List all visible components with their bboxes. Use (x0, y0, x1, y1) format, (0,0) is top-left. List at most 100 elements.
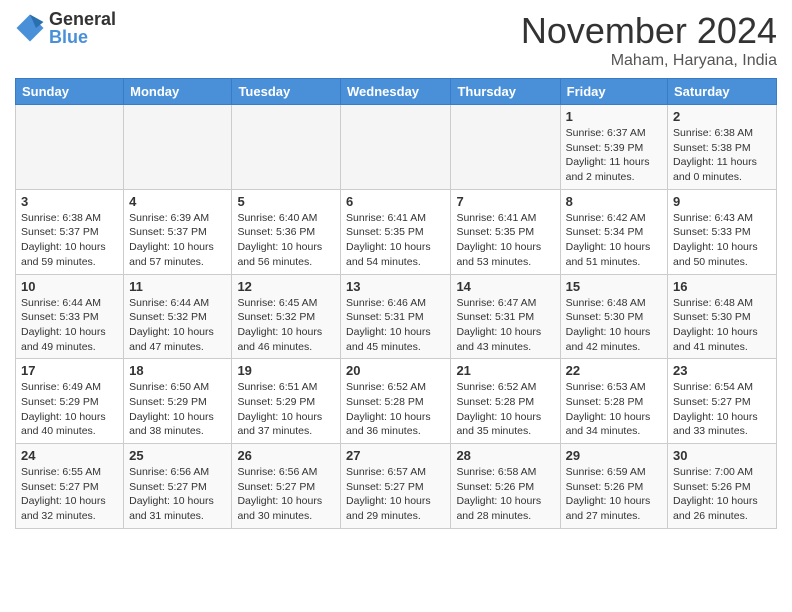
week-row-1: 3 Sunrise: 6:38 AM Sunset: 5:37 PM Daylig… (16, 189, 777, 274)
day-number: 24 (21, 448, 118, 463)
day-number: 2 (673, 109, 771, 124)
day-info: Sunrise: 6:54 AM Sunset: 5:27 PM Dayligh… (673, 380, 771, 439)
day-info: Sunrise: 6:49 AM Sunset: 5:29 PM Dayligh… (21, 380, 118, 439)
day-number: 13 (346, 279, 445, 294)
day-cell: 21 Sunrise: 6:52 AM Sunset: 5:28 PM Dayli… (451, 359, 560, 444)
logo-text: General Blue (49, 10, 116, 46)
day-cell: 1Sunrise: 6:37 AM Sunset: 5:39 PM Daylig… (560, 105, 667, 190)
day-info: Sunrise: 6:42 AM Sunset: 5:34 PM Dayligh… (566, 211, 662, 270)
day-number: 21 (456, 363, 554, 378)
day-cell: 9 Sunrise: 6:43 AM Sunset: 5:33 PM Daylig… (668, 189, 777, 274)
day-info: Sunrise: 6:55 AM Sunset: 5:27 PM Dayligh… (21, 465, 118, 524)
day-header-wednesday: Wednesday (341, 79, 451, 105)
day-number: 1 (566, 109, 662, 124)
day-number: 8 (566, 194, 662, 209)
day-info: Sunrise: 6:44 AM Sunset: 5:32 PM Dayligh… (129, 296, 226, 355)
day-number: 22 (566, 363, 662, 378)
day-cell: 18 Sunrise: 6:50 AM Sunset: 5:29 PM Dayli… (124, 359, 232, 444)
logo-general-text: General (49, 10, 116, 28)
day-cell (232, 105, 341, 190)
day-header-sunday: Sunday (16, 79, 124, 105)
calendar: SundayMondayTuesdayWednesdayThursdayFrid… (15, 78, 777, 529)
day-number: 30 (673, 448, 771, 463)
day-cell: 6Sunrise: 6:41 AM Sunset: 5:35 PM Daylig… (341, 189, 451, 274)
day-cell: 5Sunrise: 6:40 AM Sunset: 5:36 PM Daylig… (232, 189, 341, 274)
day-info: Sunrise: 6:38 AM Sunset: 5:37 PM Dayligh… (21, 211, 118, 270)
day-number: 11 (129, 279, 226, 294)
day-info: Sunrise: 6:48 AM Sunset: 5:30 PM Dayligh… (566, 296, 662, 355)
day-cell: 22 Sunrise: 6:53 AM Sunset: 5:28 PM Dayli… (560, 359, 667, 444)
day-header-saturday: Saturday (668, 79, 777, 105)
day-cell: 7 Sunrise: 6:41 AM Sunset: 5:35 PM Daylig… (451, 189, 560, 274)
day-number: 17 (21, 363, 118, 378)
day-info: Sunrise: 6:39 AM Sunset: 5:37 PM Dayligh… (129, 211, 226, 270)
day-number: 26 (237, 448, 335, 463)
day-number: 16 (673, 279, 771, 294)
day-info: Sunrise: 6:56 AM Sunset: 5:27 PM Dayligh… (129, 465, 226, 524)
day-number: 19 (237, 363, 335, 378)
day-info: Sunrise: 6:43 AM Sunset: 5:33 PM Dayligh… (673, 211, 771, 270)
day-info: Sunrise: 6:40 AM Sunset: 5:36 PM Dayligh… (237, 211, 335, 270)
week-row-0: 1Sunrise: 6:37 AM Sunset: 5:39 PM Daylig… (16, 105, 777, 190)
day-cell: 23Sunrise: 6:54 AM Sunset: 5:27 PM Dayli… (668, 359, 777, 444)
logo-icon (15, 13, 45, 43)
logo-blue-text: Blue (49, 28, 116, 46)
day-number: 14 (456, 279, 554, 294)
day-info: Sunrise: 6:46 AM Sunset: 5:31 PM Dayligh… (346, 296, 445, 355)
day-cell: 11 Sunrise: 6:44 AM Sunset: 5:32 PM Dayli… (124, 274, 232, 359)
day-cell: 10 Sunrise: 6:44 AM Sunset: 5:33 PM Dayli… (16, 274, 124, 359)
day-info: Sunrise: 6:41 AM Sunset: 5:35 PM Dayligh… (456, 211, 554, 270)
day-header-tuesday: Tuesday (232, 79, 341, 105)
day-number: 25 (129, 448, 226, 463)
day-cell (451, 105, 560, 190)
calendar-header: SundayMondayTuesdayWednesdayThursdayFrid… (16, 79, 777, 105)
day-number: 10 (21, 279, 118, 294)
day-number: 9 (673, 194, 771, 209)
day-number: 20 (346, 363, 445, 378)
day-number: 18 (129, 363, 226, 378)
title-block: November 2024 Maham, Haryana, India (521, 10, 777, 70)
week-row-3: 17 Sunrise: 6:49 AM Sunset: 5:29 PM Dayli… (16, 359, 777, 444)
header: General Blue November 2024 Maham, Haryan… (15, 10, 777, 70)
logo: General Blue (15, 10, 116, 46)
day-cell: 19 Sunrise: 6:51 AM Sunset: 5:29 PM Dayli… (232, 359, 341, 444)
day-number: 12 (237, 279, 335, 294)
day-number: 28 (456, 448, 554, 463)
day-header-friday: Friday (560, 79, 667, 105)
day-number: 7 (456, 194, 554, 209)
day-info: Sunrise: 6:53 AM Sunset: 5:28 PM Dayligh… (566, 380, 662, 439)
day-cell: 28 Sunrise: 6:58 AM Sunset: 5:26 PM Dayli… (451, 444, 560, 529)
day-info: Sunrise: 6:59 AM Sunset: 5:26 PM Dayligh… (566, 465, 662, 524)
day-info: Sunrise: 6:51 AM Sunset: 5:29 PM Dayligh… (237, 380, 335, 439)
week-row-4: 24 Sunrise: 6:55 AM Sunset: 5:27 PM Dayli… (16, 444, 777, 529)
day-info: Sunrise: 6:58 AM Sunset: 5:26 PM Dayligh… (456, 465, 554, 524)
day-number: 3 (21, 194, 118, 209)
day-cell: 29Sunrise: 6:59 AM Sunset: 5:26 PM Dayli… (560, 444, 667, 529)
day-cell: 27 Sunrise: 6:57 AM Sunset: 5:27 PM Dayli… (341, 444, 451, 529)
day-info: Sunrise: 6:47 AM Sunset: 5:31 PM Dayligh… (456, 296, 554, 355)
day-cell: 12 Sunrise: 6:45 AM Sunset: 5:32 PM Dayli… (232, 274, 341, 359)
day-cell: 24 Sunrise: 6:55 AM Sunset: 5:27 PM Dayli… (16, 444, 124, 529)
day-info: Sunrise: 6:50 AM Sunset: 5:29 PM Dayligh… (129, 380, 226, 439)
day-cell: 15 Sunrise: 6:48 AM Sunset: 5:30 PM Dayli… (560, 274, 667, 359)
day-cell: 8 Sunrise: 6:42 AM Sunset: 5:34 PM Daylig… (560, 189, 667, 274)
day-info: Sunrise: 6:45 AM Sunset: 5:32 PM Dayligh… (237, 296, 335, 355)
day-cell: 30 Sunrise: 7:00 AM Sunset: 5:26 PM Dayli… (668, 444, 777, 529)
day-number: 6 (346, 194, 445, 209)
day-cell: 17 Sunrise: 6:49 AM Sunset: 5:29 PM Dayli… (16, 359, 124, 444)
day-number: 27 (346, 448, 445, 463)
day-info: Sunrise: 7:00 AM Sunset: 5:26 PM Dayligh… (673, 465, 771, 524)
calendar-body: 1Sunrise: 6:37 AM Sunset: 5:39 PM Daylig… (16, 105, 777, 529)
day-cell: 3 Sunrise: 6:38 AM Sunset: 5:37 PM Daylig… (16, 189, 124, 274)
day-number: 15 (566, 279, 662, 294)
day-number: 4 (129, 194, 226, 209)
week-row-2: 10 Sunrise: 6:44 AM Sunset: 5:33 PM Dayli… (16, 274, 777, 359)
day-info: Sunrise: 6:52 AM Sunset: 5:28 PM Dayligh… (456, 380, 554, 439)
day-info: Sunrise: 6:44 AM Sunset: 5:33 PM Dayligh… (21, 296, 118, 355)
day-cell: 14 Sunrise: 6:47 AM Sunset: 5:31 PM Dayli… (451, 274, 560, 359)
day-cell: 25 Sunrise: 6:56 AM Sunset: 5:27 PM Dayli… (124, 444, 232, 529)
day-header-monday: Monday (124, 79, 232, 105)
day-info: Sunrise: 6:52 AM Sunset: 5:28 PM Dayligh… (346, 380, 445, 439)
day-cell: 16Sunrise: 6:48 AM Sunset: 5:30 PM Dayli… (668, 274, 777, 359)
day-info: Sunrise: 6:57 AM Sunset: 5:27 PM Dayligh… (346, 465, 445, 524)
